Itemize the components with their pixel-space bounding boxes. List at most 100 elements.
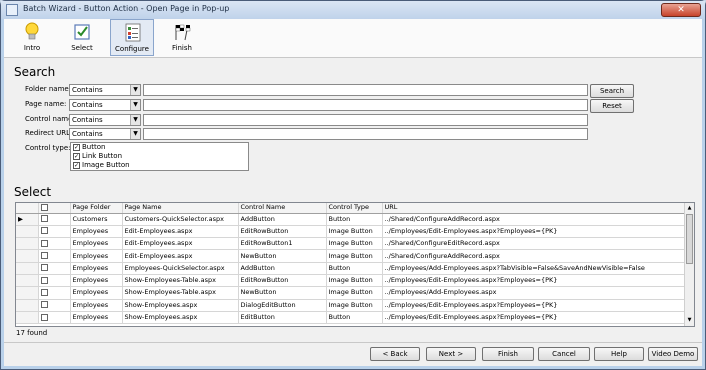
lightbulb-icon	[25, 22, 39, 40]
row-select-cell[interactable]	[38, 249, 71, 263]
select-all-checkbox[interactable]	[40, 203, 48, 211]
page-name-cell: Edit-Employees.aspx	[122, 237, 239, 251]
folder-name-mode-select[interactable]: Contains ▼	[69, 84, 141, 96]
wizard-client-area: Intro Select Configure Finish Search Fol…	[4, 19, 702, 366]
table-row[interactable]: Employees Edit-Employees.aspx NewButton …	[16, 249, 685, 263]
redirect-url-mode-select[interactable]: Contains ▼	[69, 128, 141, 140]
row-checkbox[interactable]	[40, 215, 48, 223]
video-demo-button[interactable]: Video Demo	[648, 347, 698, 361]
step-select[interactable]: Select	[60, 19, 104, 56]
next-button[interactable]: Next >	[426, 347, 476, 361]
column-header-page-name[interactable]: Page Name	[122, 203, 239, 214]
row-checkbox[interactable]	[40, 276, 48, 284]
row-select-cell[interactable]	[38, 237, 71, 251]
row-select-cell[interactable]	[38, 286, 71, 300]
table-row[interactable]: Employees Show-Employees-Table.aspx NewB…	[16, 286, 685, 300]
row-checkbox[interactable]	[40, 313, 48, 321]
control-name-cell: AddButton	[238, 262, 327, 275]
table-row[interactable]: Employees Edit-Employees.aspx EditRowBut…	[16, 225, 685, 239]
help-button[interactable]: Help	[594, 347, 644, 361]
close-button[interactable]: ✕	[661, 3, 701, 17]
step-configure[interactable]: Configure	[110, 19, 154, 56]
row-select-cell[interactable]	[38, 225, 71, 239]
page-folder-cell: Employees	[70, 249, 123, 263]
control-type-link-button-option[interactable]: ✓ Link Button	[73, 152, 122, 161]
row-select-cell[interactable]	[38, 311, 71, 325]
finish-button[interactable]: Finish	[482, 347, 534, 361]
url-cell: ../Shared/ConfigureAddRecord.aspx	[382, 213, 685, 226]
row-select-cell[interactable]	[38, 213, 71, 226]
row-checkbox[interactable]	[40, 252, 48, 260]
page-name-label: Page name:	[25, 100, 67, 108]
folder-name-mode-value: Contains	[72, 86, 103, 94]
row-header-cell	[16, 237, 39, 251]
control-type-cell: Button	[326, 262, 383, 275]
grid-vertical-scrollbar[interactable]: ▲ ▼	[684, 203, 694, 326]
scroll-down-arrow-icon[interactable]: ▼	[685, 316, 694, 325]
page-name-cell: Edit-Employees.aspx	[122, 249, 239, 263]
reset-button[interactable]: Reset	[590, 99, 634, 113]
column-header-control-name[interactable]: Control Name	[238, 203, 327, 214]
control-type-button-option[interactable]: ✓ Button	[73, 143, 105, 152]
row-select-cell[interactable]	[38, 274, 71, 288]
redirect-url-input[interactable]	[143, 128, 588, 140]
column-header-control-type[interactable]: Control Type	[326, 203, 383, 214]
page-name-mode-value: Contains	[72, 101, 103, 109]
control-type-image-button-option[interactable]: ✓ Image Button	[73, 161, 130, 170]
cancel-button[interactable]: Cancel	[538, 347, 590, 361]
column-header-url[interactable]: URL	[382, 203, 685, 214]
back-button[interactable]: < Back	[370, 347, 420, 361]
select-all-header[interactable]	[38, 203, 71, 214]
page-folder-cell: Employees	[70, 237, 123, 251]
step-select-label: Select	[71, 44, 93, 52]
page-name-input[interactable]	[143, 99, 588, 111]
page-name-cell: Customers-QuickSelector.aspx	[122, 213, 239, 226]
row-checkbox[interactable]	[40, 227, 48, 235]
url-cell: ../Employees/Edit-Employees.aspx?Employe…	[382, 299, 685, 312]
column-header-page-folder[interactable]: Page Folder	[70, 203, 123, 214]
chevron-down-icon: ▼	[130, 129, 140, 139]
control-name-cell: EditButton	[238, 311, 327, 325]
step-intro-label: Intro	[23, 44, 41, 52]
table-row[interactable]: Employees Show-Employees-Table.aspx Edit…	[16, 274, 685, 288]
url-cell: ../Employees/Add-Employees.aspx?TabVisib…	[382, 262, 685, 275]
configure-list-icon	[125, 23, 141, 42]
row-header-cell	[16, 286, 39, 300]
table-row[interactable]: Employees Employees-QuickSelector.aspx A…	[16, 262, 685, 275]
row-header-cell	[16, 262, 39, 275]
step-finish[interactable]: Finish	[160, 19, 204, 56]
table-row[interactable]: Employees Edit-Employees.aspx EditRowBut…	[16, 237, 685, 251]
control-name-input[interactable]	[143, 114, 588, 126]
page-name-mode-select[interactable]: Contains ▼	[69, 99, 141, 111]
results-grid: Page Folder Page Name Control Name Contr…	[15, 202, 695, 327]
url-cell: ../Shared/ConfigureAddRecord.aspx	[382, 249, 685, 263]
row-checkbox[interactable]	[40, 239, 48, 247]
page-name-cell: Show-Employees.aspx	[122, 311, 239, 325]
control-type-cell: Image Button	[326, 237, 383, 251]
table-row[interactable]: Employees Show-Employees.aspx DialogEdit…	[16, 299, 685, 312]
control-name-cell: EditRowButton	[238, 274, 327, 288]
step-finish-label: Finish	[172, 44, 192, 52]
row-checkbox[interactable]	[40, 301, 48, 309]
chevron-down-icon: ▼	[130, 115, 140, 125]
control-type-cell: Image Button	[326, 249, 383, 263]
control-name-mode-select[interactable]: Contains ▼	[69, 114, 141, 126]
row-select-cell[interactable]	[38, 262, 71, 275]
step-intro[interactable]: Intro	[10, 19, 54, 56]
control-type-cell: Button	[326, 213, 383, 226]
scroll-up-arrow-icon[interactable]: ▲	[685, 204, 694, 213]
row-checkbox[interactable]	[40, 264, 48, 272]
folder-name-input[interactable]	[143, 84, 588, 96]
row-select-cell[interactable]	[38, 299, 71, 312]
results-table: Page Folder Page Name Control Name Contr…	[16, 203, 685, 325]
checkbox-icon	[74, 24, 90, 40]
table-row[interactable]: ▶ Customers Customers-QuickSelector.aspx…	[16, 213, 685, 226]
table-row[interactable]: Employees Show-Employees.aspx EditButton…	[16, 311, 685, 325]
page-name-cell: Edit-Employees.aspx	[122, 225, 239, 239]
window-title: Batch Wizard - Button Action - Open Page…	[23, 4, 230, 13]
search-button[interactable]: Search	[590, 84, 634, 98]
scroll-thumb[interactable]	[686, 214, 693, 264]
row-checkbox[interactable]	[40, 288, 48, 296]
page-name-cell: Show-Employees.aspx	[122, 299, 239, 312]
page-folder-cell: Customers	[70, 213, 123, 226]
